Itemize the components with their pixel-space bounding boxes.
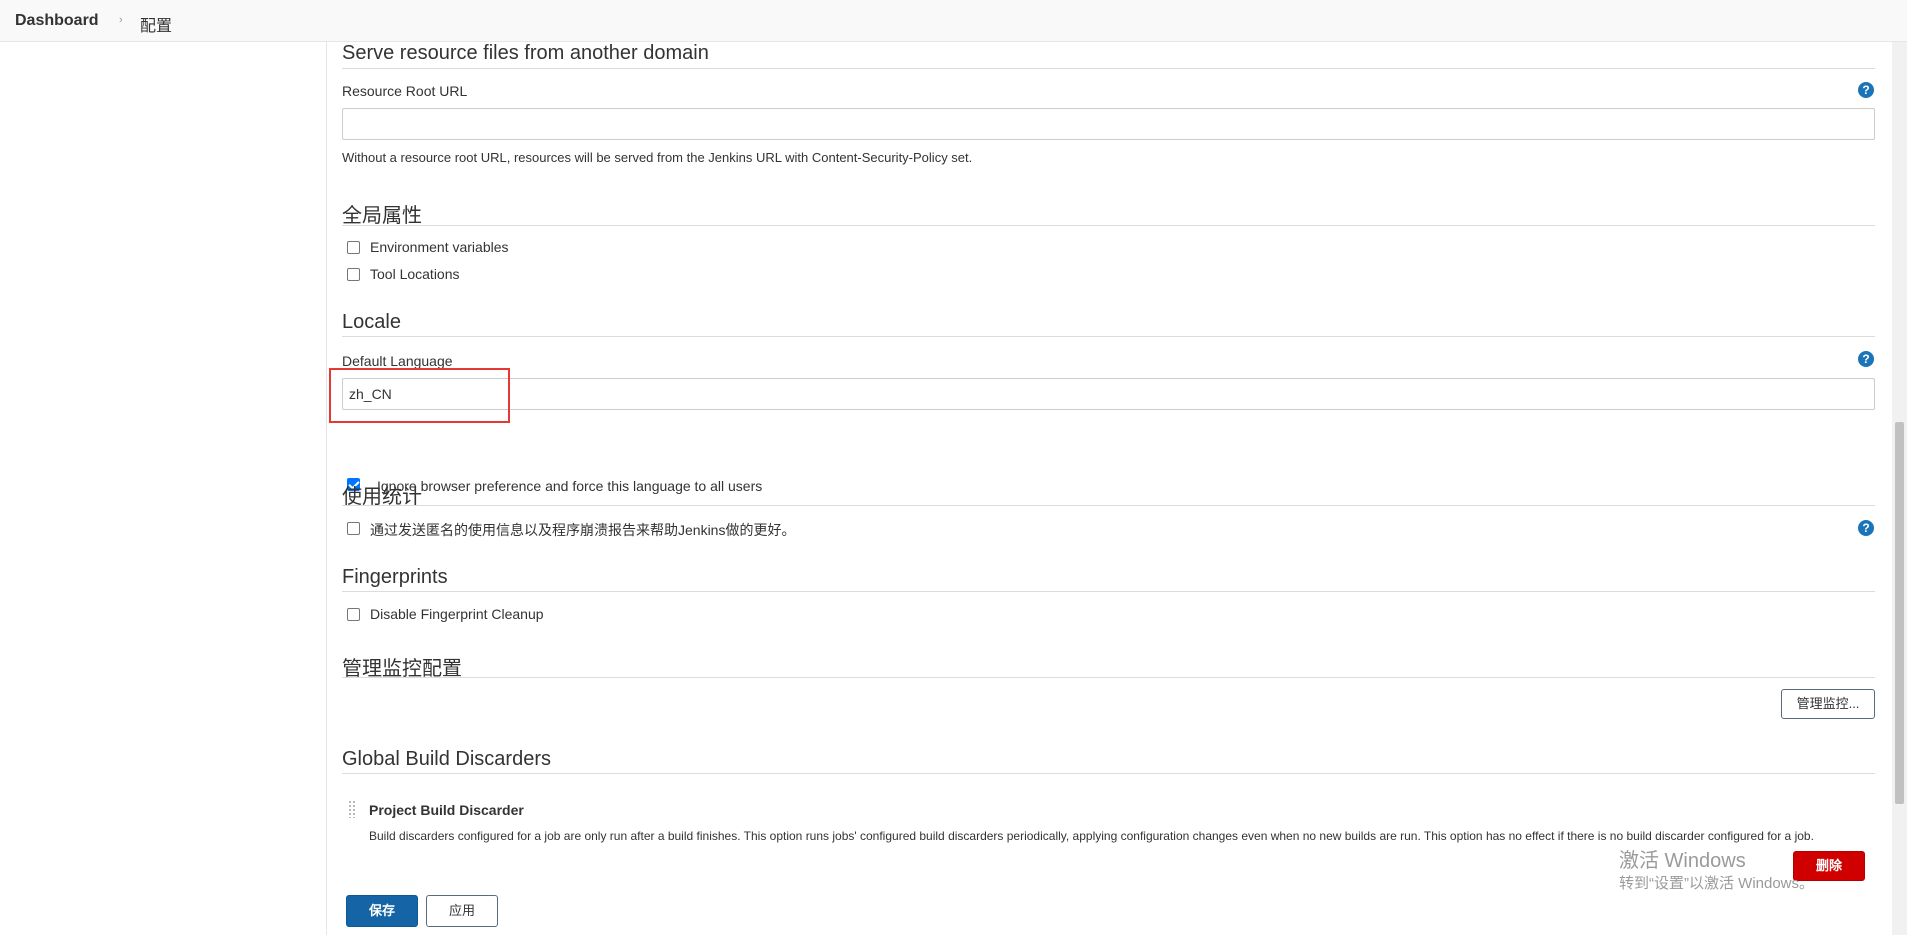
resource-root-url-input[interactable] bbox=[342, 108, 1875, 140]
windows-activation-subtitle: 转到“设置”以激活 Windows。 bbox=[1619, 875, 1815, 892]
apply-button[interactable]: 应用 bbox=[426, 895, 498, 927]
section-title-global-build-discarders: Global Build Discarders bbox=[342, 748, 551, 770]
default-language-label: Default Language bbox=[342, 353, 453, 369]
environment-variables-checkbox[interactable] bbox=[347, 241, 360, 254]
scrollbar-thumb[interactable] bbox=[1895, 422, 1904, 804]
section-divider bbox=[342, 336, 1875, 337]
resource-root-url-label: Resource Root URL bbox=[342, 83, 468, 99]
section-divider bbox=[342, 225, 1875, 226]
tool-locations-checkbox[interactable] bbox=[347, 268, 360, 281]
windows-activation-title: 激活 Windows bbox=[1619, 850, 1746, 872]
drag-handle-icon[interactable] bbox=[348, 800, 356, 818]
disable-fingerprint-cleanup-label[interactable]: Disable Fingerprint Cleanup bbox=[370, 606, 544, 622]
tool-locations-label[interactable]: Tool Locations bbox=[370, 266, 460, 282]
breadcrumb-dashboard-link[interactable]: Dashboard bbox=[15, 12, 99, 30]
section-title-fingerprints: Fingerprints bbox=[342, 566, 448, 588]
save-button[interactable]: 保存 bbox=[346, 895, 418, 927]
section-title-locale: Locale bbox=[342, 311, 401, 333]
config-form: Serve resource files from another domain… bbox=[342, 42, 1877, 935]
section-divider bbox=[342, 773, 1875, 774]
breadcrumb: Dashboard › 配置 bbox=[0, 0, 1907, 42]
usage-statistics-label[interactable]: 通过发送匿名的使用信息以及程序崩溃报告来帮助Jenkins做的更好。 bbox=[370, 520, 795, 540]
highlight-annotation-box bbox=[329, 368, 510, 423]
section-divider bbox=[342, 677, 1875, 678]
side-panel bbox=[0, 42, 327, 935]
resource-root-description: Without a resource root URL, resources w… bbox=[342, 150, 973, 165]
breadcrumb-current: 配置 bbox=[140, 18, 173, 35]
usage-statistics-checkbox[interactable] bbox=[347, 522, 360, 535]
section-title-resource-root: Serve resource files from another domain bbox=[342, 42, 709, 64]
breadcrumb-separator-icon: › bbox=[119, 14, 123, 26]
help-icon[interactable]: ? bbox=[1858, 351, 1874, 367]
default-language-input[interactable] bbox=[342, 378, 1875, 410]
environment-variables-label[interactable]: Environment variables bbox=[370, 239, 509, 255]
project-build-discarder-title: Project Build Discarder bbox=[369, 802, 524, 818]
section-title-global-properties: 全局属性 bbox=[342, 205, 422, 227]
section-divider bbox=[342, 505, 1875, 506]
section-divider bbox=[342, 591, 1875, 592]
disable-fingerprint-cleanup-checkbox[interactable] bbox=[347, 608, 360, 621]
help-icon[interactable]: ? bbox=[1858, 520, 1874, 536]
section-divider bbox=[342, 68, 1875, 69]
project-build-discarder-description: Build discarders configured for a job ar… bbox=[369, 829, 1814, 843]
manage-monitors-button[interactable]: 管理监控... bbox=[1781, 689, 1875, 719]
ignore-browser-preference-label[interactable]: Ignore browser preference and force this… bbox=[377, 478, 762, 494]
help-icon[interactable]: ? bbox=[1858, 82, 1874, 98]
